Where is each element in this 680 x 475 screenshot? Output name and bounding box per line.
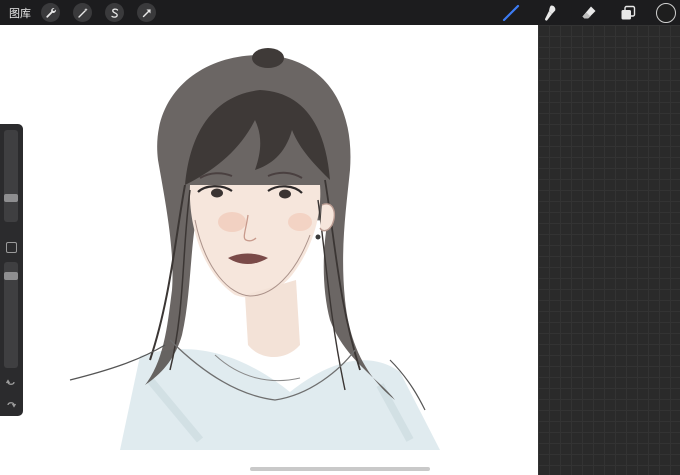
modify-button[interactable] xyxy=(6,242,17,253)
actions-button[interactable] xyxy=(41,3,60,22)
eraser-icon xyxy=(582,6,596,18)
drawing-canvas[interactable] xyxy=(0,25,538,475)
color-picker-button[interactable] xyxy=(656,2,676,23)
eraser-tool-button[interactable] xyxy=(578,2,600,24)
brush-icon xyxy=(502,4,520,21)
transform-arrow-icon xyxy=(142,8,151,17)
brush-size-slider[interactable] xyxy=(4,130,18,222)
smudge-tool-button[interactable] xyxy=(539,2,561,24)
magic-wand-icon xyxy=(77,7,88,18)
home-indicator[interactable] xyxy=(250,467,430,471)
brush-sidebar xyxy=(0,124,23,416)
smudge-icon xyxy=(544,5,556,21)
selection-icon xyxy=(110,7,118,18)
selection-button[interactable] xyxy=(105,3,124,22)
layers-icon xyxy=(621,5,636,19)
right-toolset xyxy=(500,0,680,25)
portrait-sketch-artwork xyxy=(69,48,440,450)
opacity-slider[interactable] xyxy=(4,262,18,368)
transform-button[interactable] xyxy=(137,3,156,22)
redo-arrow-icon[interactable] xyxy=(5,398,17,410)
opacity-handle[interactable] xyxy=(4,272,18,280)
adjustments-button[interactable] xyxy=(73,3,92,22)
undo-arrow-icon[interactable] xyxy=(5,377,17,389)
layers-button[interactable] xyxy=(617,2,639,24)
brush-tool-button[interactable] xyxy=(500,2,522,24)
brush-size-handle[interactable] xyxy=(4,194,18,202)
top-toolbar: 图库 xyxy=(0,0,680,25)
wrench-icon xyxy=(45,7,56,18)
gallery-button[interactable]: 图库 xyxy=(9,5,31,21)
background-grid xyxy=(538,25,680,475)
